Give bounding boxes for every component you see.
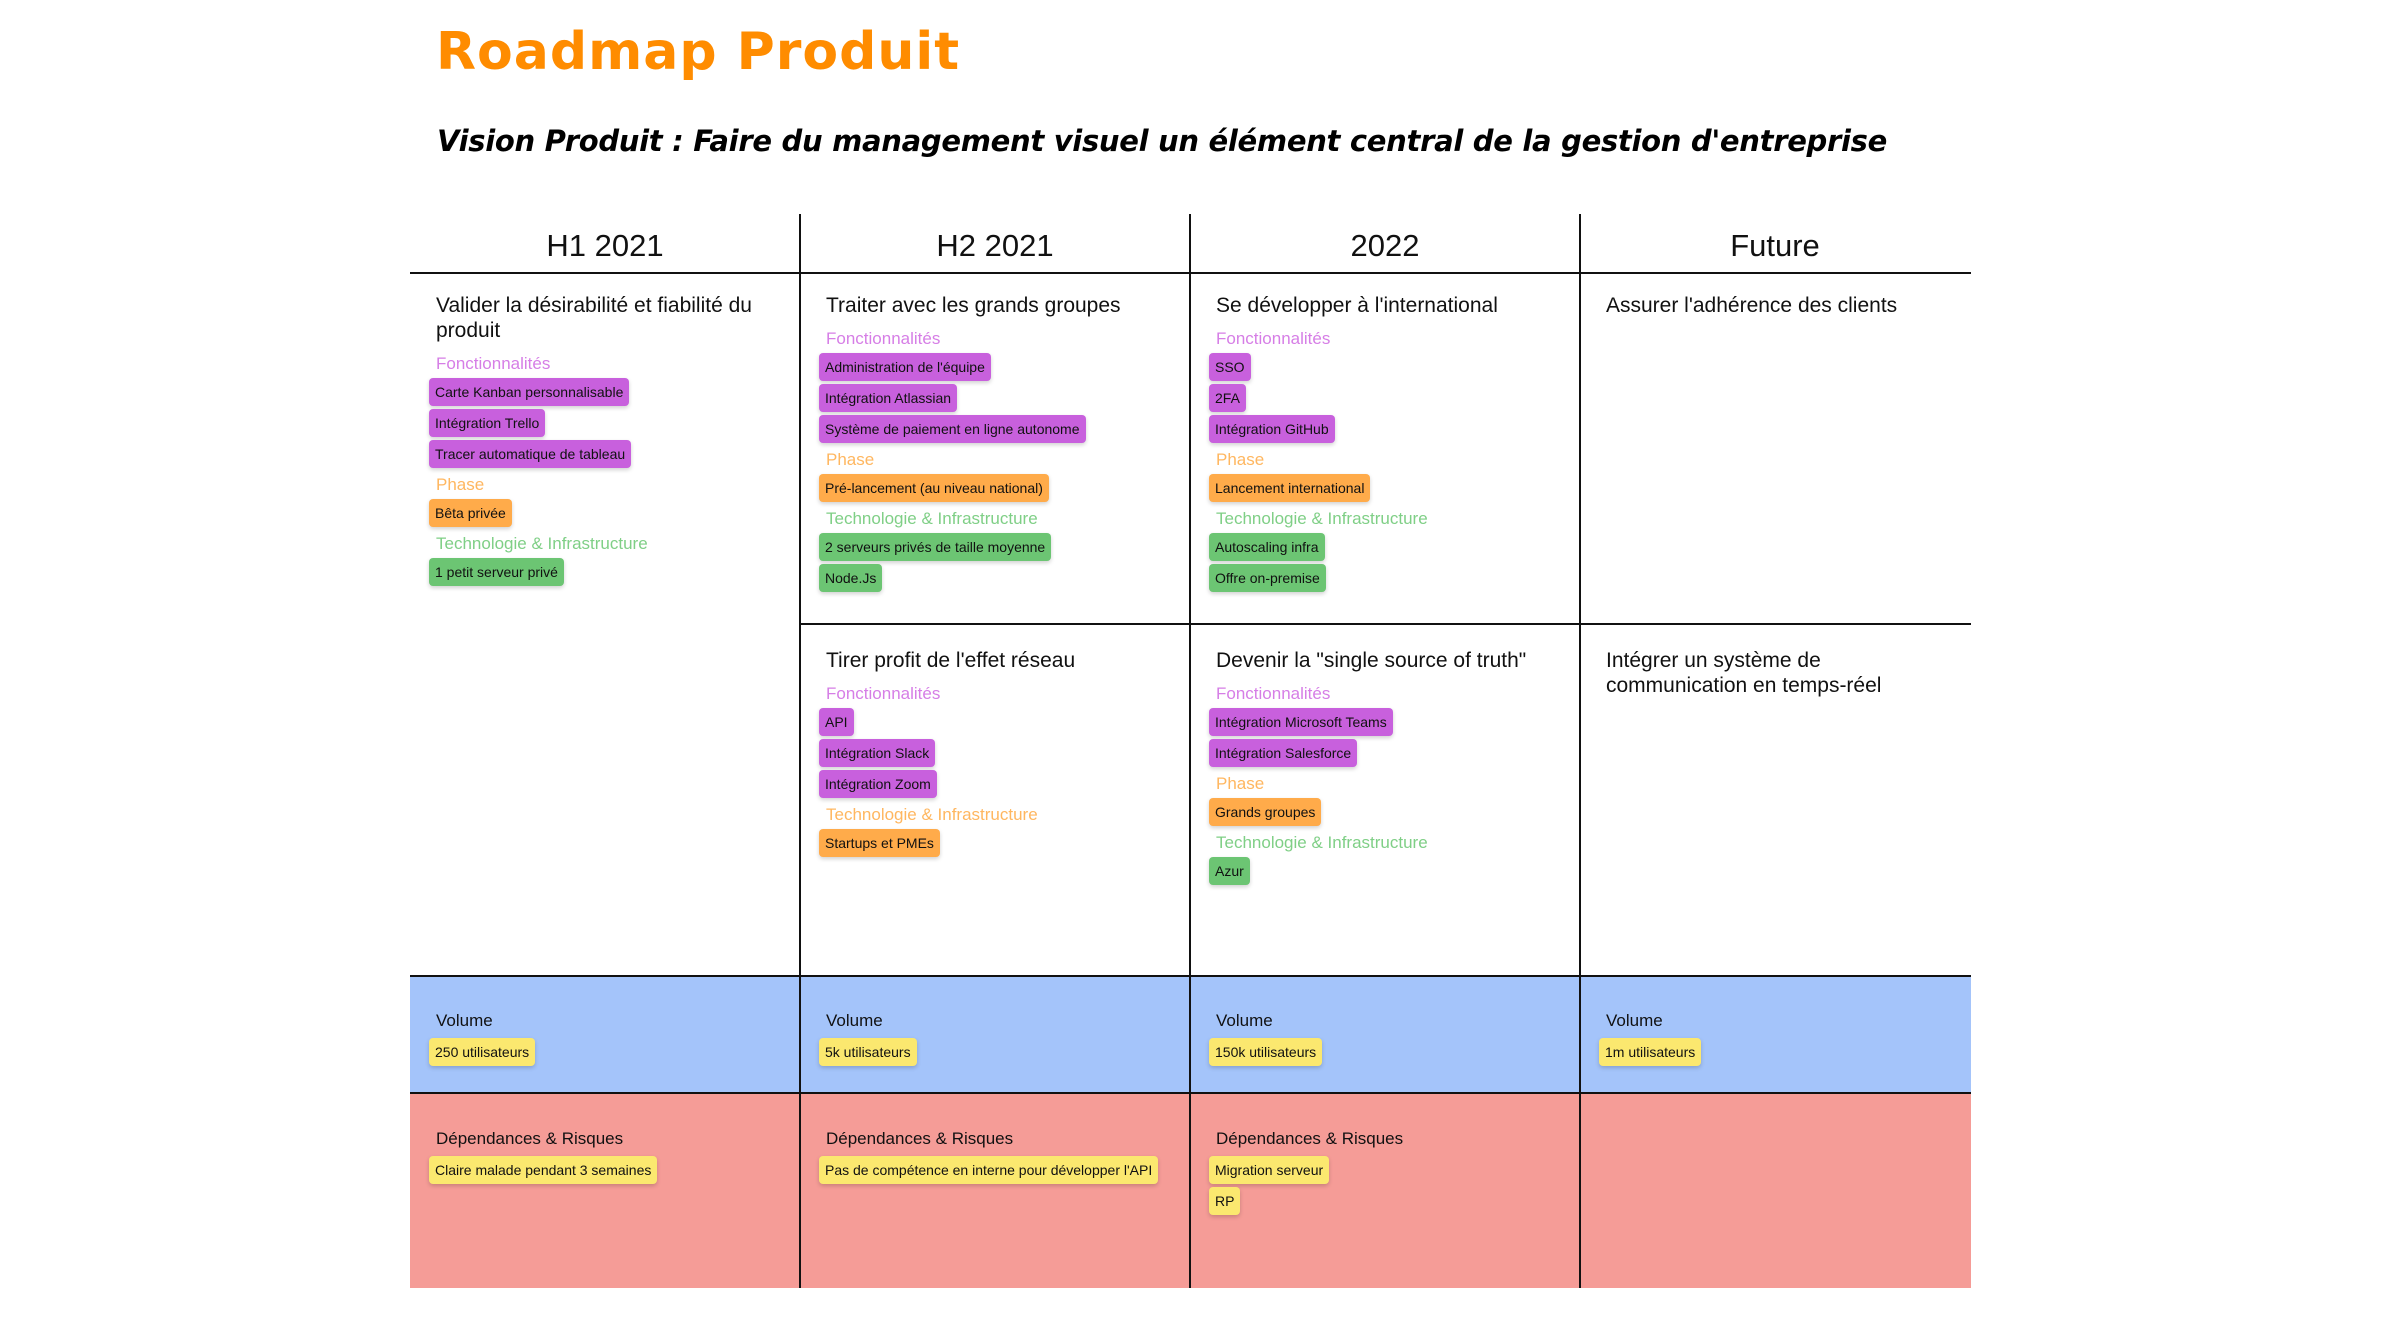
tech-tag[interactable]: 2 serveurs privés de taille moyenne	[819, 533, 1052, 561]
features-label: Fonctionnalités	[826, 329, 941, 348]
risk-tag[interactable]: Migration serveur	[1209, 1156, 1330, 1184]
column-header-future: Future	[1730, 228, 1820, 263]
phase-label: Phase	[436, 475, 485, 494]
column-header-h2-2021: H2 2021	[936, 228, 1054, 263]
objective-title: Traiter avec les grands groupes	[826, 294, 1121, 317]
volume-cell-h2-2021: Volume 5k utilisateurs	[800, 1010, 1190, 1069]
tech-label: Technologie & Infrastructure	[1216, 509, 1428, 528]
features-label: Fonctionnalités	[1216, 684, 1331, 703]
row-divider-mid	[800, 623, 1971, 625]
volume-label: Volume	[1606, 1011, 1663, 1030]
feature-tag[interactable]: Intégration Trello	[429, 409, 546, 437]
tech-label: Technologie & Infrastructure	[436, 534, 648, 553]
tech-tag[interactable]: Offre on-premise	[1209, 564, 1326, 592]
product-vision: Vision Produit : Faire du management vis…	[437, 124, 1887, 158]
feature-tag[interactable]: API	[819, 708, 854, 736]
volume-cell-2022: Volume 150k utilisateurs	[1190, 1010, 1580, 1069]
objective-title: Intégrer un système de communication en …	[1606, 649, 1882, 697]
risks-cell-h1-2021: Dépendances & Risques Claire malade pend…	[410, 1128, 800, 1187]
phase-label: Phase	[1216, 774, 1265, 793]
phase-label: Phase	[1216, 450, 1265, 469]
volume-label: Volume	[1216, 1011, 1273, 1030]
feature-tag[interactable]: Carte Kanban personnalisable	[429, 378, 630, 406]
tech-label: Technologie & Infrastructure	[1216, 833, 1428, 852]
tech-label: Technologie & Infrastructure	[826, 805, 1038, 824]
feature-tag[interactable]: Intégration Zoom	[819, 770, 937, 798]
tech-tag[interactable]: Autoscaling infra	[1209, 533, 1325, 561]
volume-label: Volume	[436, 1011, 493, 1030]
volume-tag[interactable]: 1m utilisateurs	[1599, 1038, 1702, 1066]
phase-tag[interactable]: Lancement international	[1209, 474, 1371, 502]
feature-tag[interactable]: 2FA	[1209, 384, 1246, 412]
feature-tag[interactable]: Administration de l'équipe	[819, 353, 991, 381]
feature-tag[interactable]: Tracer automatique de tableau	[429, 440, 632, 468]
objective-title: Valider la désirabilité et fiabilité du …	[436, 294, 752, 342]
roadmap-board: H1 2021 H2 2021 2022 Future Valider la d…	[410, 214, 1971, 1288]
volume-tag[interactable]: 5k utilisateurs	[819, 1038, 917, 1066]
feature-tag[interactable]: Intégration Microsoft Teams	[1209, 708, 1393, 736]
cell-future-objective: Assurer l'adhérence des clients	[1580, 293, 1970, 328]
risk-tag[interactable]: Claire malade pendant 3 semaines	[429, 1156, 658, 1184]
feature-tag[interactable]: Intégration Slack	[819, 739, 936, 767]
phase-tag[interactable]: Pré-lancement (au niveau national)	[819, 474, 1049, 502]
features-label: Fonctionnalités	[436, 354, 551, 373]
cell-2022-objective: Se développer à l'international Fonction…	[1190, 293, 1580, 598]
risks-label: Dépendances & Risques	[826, 1129, 1014, 1148]
objective-title: Tirer profit de l'effet réseau	[826, 649, 1076, 672]
column-header-h1-2021: H1 2021	[546, 228, 664, 263]
tech-tag[interactable]: 1 petit serveur privé	[429, 558, 564, 586]
cell-h1-2021-objective: Valider la désirabilité et fiabilité du …	[410, 293, 800, 592]
volume-label: Volume	[826, 1011, 883, 1030]
risks-label: Dépendances & Risques	[436, 1129, 624, 1148]
phase-tag[interactable]: Grands groupes	[1209, 798, 1322, 826]
objective-title: Assurer l'adhérence des clients	[1606, 294, 1898, 317]
volume-tag[interactable]: 150k utilisateurs	[1209, 1038, 1323, 1066]
risk-tag[interactable]: Pas de compétence en interne pour dévelo…	[819, 1156, 1159, 1184]
volume-cell-h1-2021: Volume 250 utilisateurs	[410, 1010, 800, 1069]
page-title: Roadmap Produit	[436, 22, 961, 82]
risks-cell-h2-2021: Dépendances & Risques Pas de compétence …	[800, 1128, 1190, 1187]
tech-label: Technologie & Infrastructure	[826, 509, 1038, 528]
risks-cell-2022: Dépendances & Risques Migration serveur …	[1190, 1128, 1580, 1218]
tech-tag[interactable]: Startups et PMEs	[819, 829, 940, 857]
cell-h2-2021-objective: Traiter avec les grands groupes Fonction…	[800, 293, 1190, 598]
cell-h2-2021-objective-2: Tirer profit de l'effet réseau Fonctionn…	[800, 648, 1190, 863]
phase-tag[interactable]: Bêta privée	[429, 499, 512, 527]
objective-title: Se développer à l'international	[1216, 294, 1498, 317]
feature-tag[interactable]: SSO	[1209, 353, 1251, 381]
features-label: Fonctionnalités	[826, 684, 941, 703]
cell-2022-objective-2: Devenir la "single source of truth" Fonc…	[1190, 648, 1580, 891]
feature-tag[interactable]: Intégration Salesforce	[1209, 739, 1358, 767]
objective-title: Devenir la "single source of truth"	[1216, 649, 1527, 672]
volume-cell-future: Volume 1m utilisateurs	[1580, 1010, 1970, 1069]
features-label: Fonctionnalités	[1216, 329, 1331, 348]
tech-tag[interactable]: Node.Js	[819, 564, 883, 592]
phase-label: Phase	[826, 450, 875, 469]
cell-future-objective-2: Intégrer un système de communication en …	[1580, 648, 1970, 708]
column-header-2022: 2022	[1350, 228, 1420, 263]
volume-tag[interactable]: 250 utilisateurs	[429, 1038, 536, 1066]
feature-tag[interactable]: Système de paiement en ligne autonome	[819, 415, 1086, 443]
risk-tag[interactable]: RP	[1209, 1187, 1241, 1215]
feature-tag[interactable]: Intégration GitHub	[1209, 415, 1335, 443]
risks-label: Dépendances & Risques	[1216, 1129, 1404, 1148]
tech-tag[interactable]: Azur	[1209, 857, 1250, 885]
feature-tag[interactable]: Intégration Atlassian	[819, 384, 958, 412]
